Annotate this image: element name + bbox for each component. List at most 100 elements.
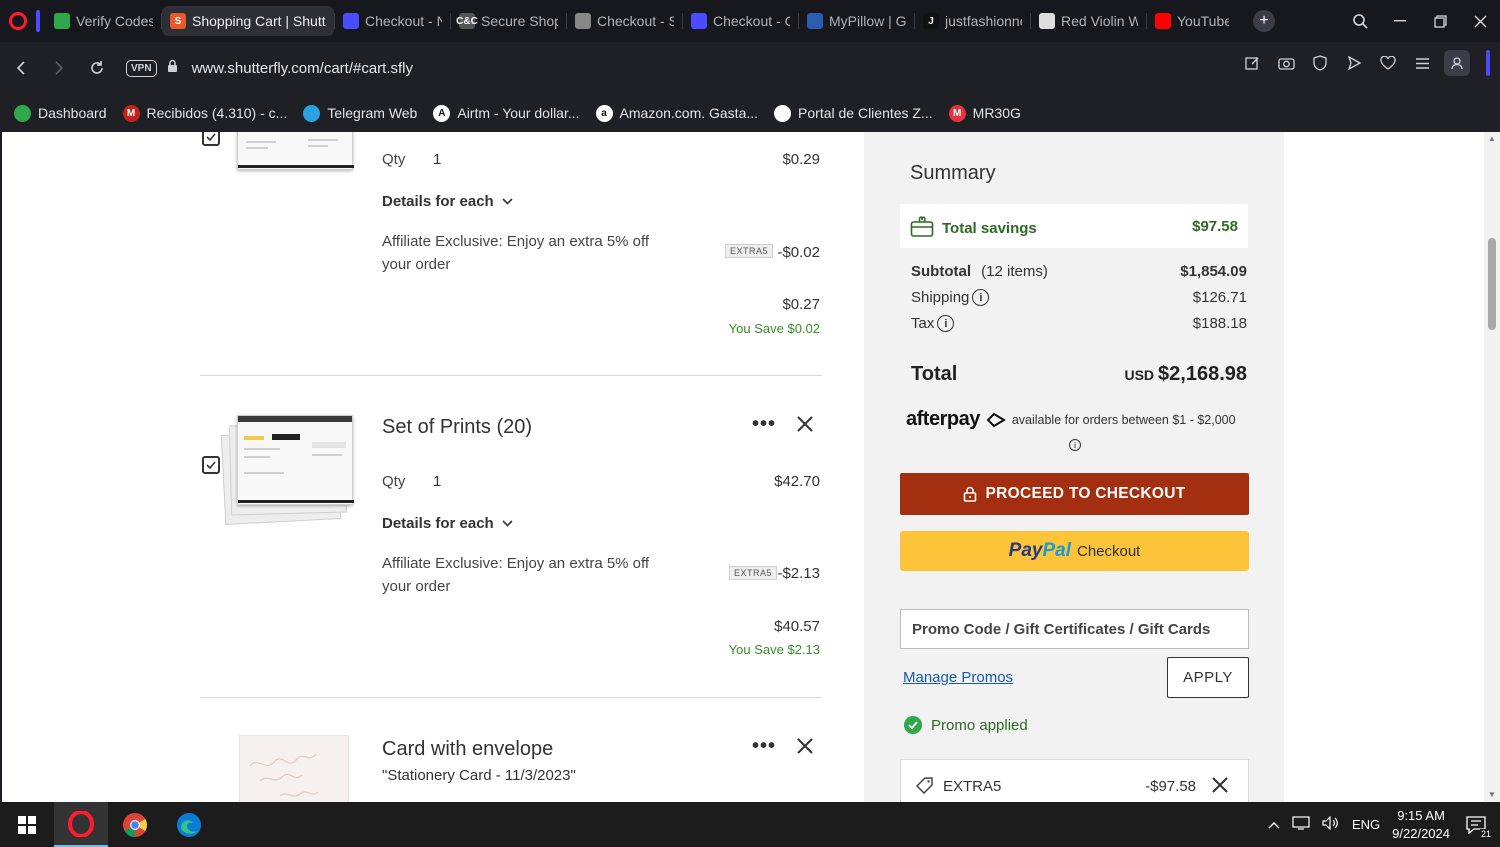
chrome-taskbar-icon[interactable]	[108, 802, 162, 847]
reload-button[interactable]	[78, 50, 116, 86]
item-thumbnail[interactable]	[239, 735, 349, 802]
bookmark-item[interactable]: A Airtm - Your dollar...	[433, 104, 580, 122]
bookmark-item[interactable]: Portal de Clientes Z...	[774, 104, 933, 122]
system-clock[interactable]: 9:15 AM 9/22/2024	[1392, 807, 1450, 843]
opera-menu-icon[interactable]	[0, 0, 36, 42]
remove-promo-icon[interactable]	[1212, 777, 1228, 798]
bookmark-item[interactable]: Telegram Web	[303, 104, 417, 122]
subtotal-value: $1,854.09	[1180, 263, 1247, 280]
remove-item-icon[interactable]	[797, 738, 813, 759]
promo-applied-label: Promo applied	[931, 716, 1028, 734]
vpn-badge[interactable]: VPN	[126, 59, 157, 77]
shield-icon[interactable]	[1308, 51, 1332, 75]
item-thumbnail[interactable]	[237, 132, 354, 170]
manage-promos-link[interactable]: Manage Promos	[903, 669, 1013, 686]
edge-taskbar-icon[interactable]	[162, 802, 216, 847]
browser-tab[interactable]: Jjustfashionno	[915, 6, 1030, 36]
paypal-logo-pay: Pay	[1008, 540, 1043, 561]
remove-item-icon[interactable]	[797, 416, 813, 437]
item-thumbnail[interactable]	[237, 415, 354, 505]
tab-favicon-icon: J	[923, 13, 939, 29]
heart-icon[interactable]	[1376, 51, 1400, 75]
total-currency: USD	[1124, 367, 1155, 383]
browser-tab[interactable]: Checkout - Sti	[567, 6, 682, 36]
scroll-down-arrow[interactable]: ▼	[1487, 790, 1497, 800]
minimize-window-button[interactable]	[1380, 0, 1420, 42]
clock-date: 9/22/2024	[1392, 825, 1450, 841]
edit-icon[interactable]	[1240, 51, 1264, 75]
opera-taskbar-icon[interactable]	[54, 802, 108, 847]
url-field[interactable]: www.shutterfly.com/cart/#cart.sfly	[192, 60, 413, 77]
more-options-icon[interactable]: •••	[752, 735, 776, 758]
volume-icon[interactable]	[1322, 815, 1340, 833]
close-window-button[interactable]	[1460, 0, 1500, 42]
tax-info-icon[interactable]: i	[937, 315, 955, 332]
proceed-to-checkout-button[interactable]: PROCEED TO CHECKOUT	[900, 473, 1249, 515]
afterpay-note: available for orders between $1 - $2,000	[1011, 412, 1236, 427]
total-savings-value: $97.58	[1192, 218, 1238, 235]
applied-promo-chip: EXTRA5 -$97.58	[900, 759, 1249, 802]
bookmark-label: Dashboard	[38, 105, 107, 121]
bookmark-item[interactable]: Dashboard	[14, 104, 107, 122]
page-scrollbar[interactable]: ▲ ▼	[1484, 132, 1500, 802]
item-title[interactable]: Card with envelope	[382, 738, 553, 761]
browser-tab[interactable]: Red Violin Wi	[1031, 6, 1146, 36]
easy-setup-icon[interactable]	[1410, 51, 1434, 75]
apply-promo-button[interactable]: APPLY	[1167, 657, 1249, 698]
qty-value[interactable]: 1	[433, 151, 441, 168]
windows-taskbar: ENG 9:15 AM 9/22/2024 21	[0, 802, 1500, 847]
browser-tab[interactable]: Checkout - No	[335, 6, 450, 36]
details-toggle[interactable]: Details for each	[382, 515, 513, 532]
browser-tab[interactable]: Verify Codes -	[46, 6, 161, 36]
tab-label: Checkout - Sti	[597, 13, 674, 29]
total-value: $2,168.98	[1158, 363, 1247, 385]
chevron-up-icon[interactable]	[1268, 817, 1280, 832]
scrollbar-thumb[interactable]	[1488, 238, 1496, 330]
forward-button[interactable]	[40, 50, 78, 86]
browser-tab[interactable]: MyPillow | Gu	[799, 6, 914, 36]
back-button[interactable]	[2, 50, 40, 86]
summary-title: Summary	[910, 162, 996, 184]
promo-code-input[interactable]	[900, 609, 1249, 649]
item-select-checkbox[interactable]	[202, 456, 220, 474]
camera-icon[interactable]	[1274, 51, 1298, 75]
new-tab-button[interactable]: +	[1253, 10, 1275, 32]
afterpay-arrows-icon	[986, 412, 1006, 427]
notification-center-icon[interactable]: 21	[1462, 811, 1492, 839]
more-options-icon[interactable]: •••	[752, 413, 776, 436]
bookmark-item[interactable]: a Amazon.com. Gasta...	[595, 104, 758, 122]
search-tabs-icon[interactable]	[1340, 0, 1380, 42]
restore-window-button[interactable]	[1420, 0, 1460, 42]
tag-icon	[915, 777, 933, 799]
sidebar-toggle[interactable]	[1486, 50, 1490, 76]
shipping-info-icon[interactable]: i	[972, 289, 990, 306]
applied-promo-code: EXTRA5	[943, 778, 1002, 795]
scroll-up-arrow[interactable]: ▲	[1487, 134, 1497, 144]
bookmark-favicon-icon	[303, 104, 321, 122]
language-indicator[interactable]: ENG	[1352, 817, 1380, 832]
browser-tab[interactable]: S Shopping Cart | Shutterf	[162, 6, 334, 36]
bookmark-item[interactable]: M Recibidos (4.310) - c...	[122, 104, 287, 122]
item-title[interactable]: Set of Prints (20)	[382, 416, 532, 439]
paypal-checkout-button[interactable]: Pay Pal Checkout	[900, 531, 1249, 571]
afterpay-info-icon[interactable]: i	[1069, 439, 1081, 451]
item-select-checkbox[interactable]	[202, 132, 220, 146]
tab-favicon-icon	[1039, 13, 1055, 29]
send-icon[interactable]	[1342, 51, 1366, 75]
lock-icon[interactable]	[167, 59, 178, 78]
profile-avatar-icon[interactable]	[1444, 50, 1470, 76]
windows-start-icon[interactable]	[0, 802, 54, 847]
details-toggle[interactable]: Details for each	[382, 193, 513, 210]
browser-tab[interactable]: C&CSecure Shopp	[451, 6, 566, 36]
qty-value[interactable]: 1	[433, 473, 441, 490]
gift-card-icon	[910, 214, 934, 243]
network-icon[interactable]	[1292, 816, 1310, 833]
browser-tab[interactable]: Checkout - Co	[683, 6, 798, 36]
bookmark-item[interactable]: M MR30G	[948, 104, 1021, 122]
tab-label: Red Violin Wi	[1061, 13, 1138, 29]
browser-tab[interactable]: YouTube	[1147, 6, 1237, 36]
check-circle-icon	[904, 716, 922, 734]
tab-favicon-icon	[575, 13, 591, 29]
tab-label: Checkout - Co	[713, 13, 790, 29]
final-price: $0.27	[782, 296, 820, 313]
